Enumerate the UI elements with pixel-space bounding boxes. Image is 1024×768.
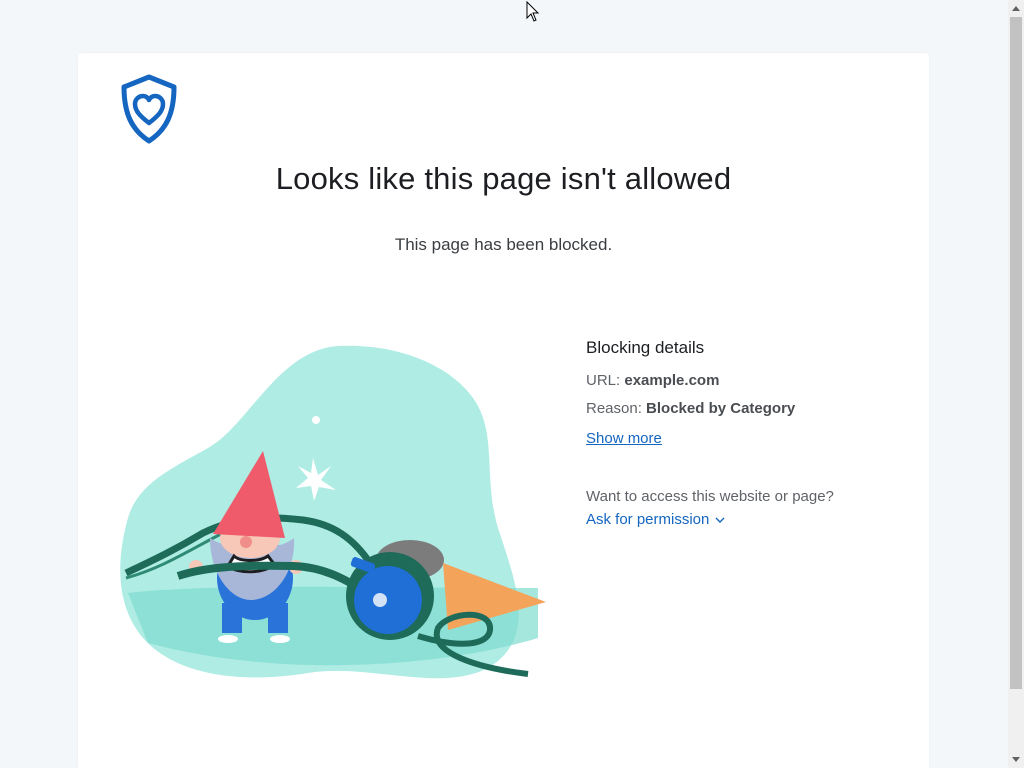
gnome-pulling-hose-icon — [120, 345, 546, 679]
ask-for-permission-label: Ask for permission — [586, 511, 710, 528]
reason-value: Blocked by Category — [646, 400, 796, 417]
gnome-shoe-left — [218, 635, 238, 643]
url-label: URL: — [586, 372, 621, 389]
show-more-link[interactable]: Show more — [586, 430, 662, 447]
reason-label: Reason: — [586, 400, 642, 417]
scrollbar-thumb[interactable] — [1010, 17, 1022, 689]
mouse-cursor-icon — [526, 1, 540, 22]
page-subtitle: This page has been blocked. — [394, 235, 613, 254]
blocking-details-panel: Blocking details URL: example.com Reason… — [586, 338, 906, 529]
chevron-down-icon — [715, 517, 725, 523]
gnome-shoe-right — [270, 635, 290, 643]
gnome-leg-right — [268, 603, 288, 633]
scroll-up-arrow-icon — [1012, 6, 1020, 11]
sparkle-dot — [312, 416, 320, 424]
gnome-nose — [240, 536, 252, 548]
scroll-up-button[interactable] — [1008, 0, 1024, 16]
url-detail: URL: example.com — [586, 372, 906, 389]
ask-for-permission-button[interactable]: Ask for permission — [586, 511, 725, 528]
reel-knob — [373, 593, 387, 607]
gnome-leg-left — [222, 603, 242, 633]
blocked-page-card: Looks like this page isn't allowed This … — [78, 53, 929, 768]
blocking-details-title: Blocking details — [586, 338, 705, 357]
url-value: example.com — [624, 372, 720, 389]
shield-heart-icon — [121, 74, 177, 144]
hose-reel — [354, 566, 422, 634]
reason-detail: Reason: Blocked by Category — [586, 400, 906, 417]
browser-viewport: Looks like this page isn't allowed This … — [0, 0, 1008, 768]
scroll-down-button[interactable] — [1008, 752, 1024, 768]
page-title: Looks like this page isn't allowed — [275, 161, 732, 196]
vertical-scrollbar[interactable] — [1008, 0, 1024, 768]
scroll-down-arrow-icon — [1012, 757, 1020, 762]
access-question: Want to access this website or page? — [586, 488, 834, 505]
